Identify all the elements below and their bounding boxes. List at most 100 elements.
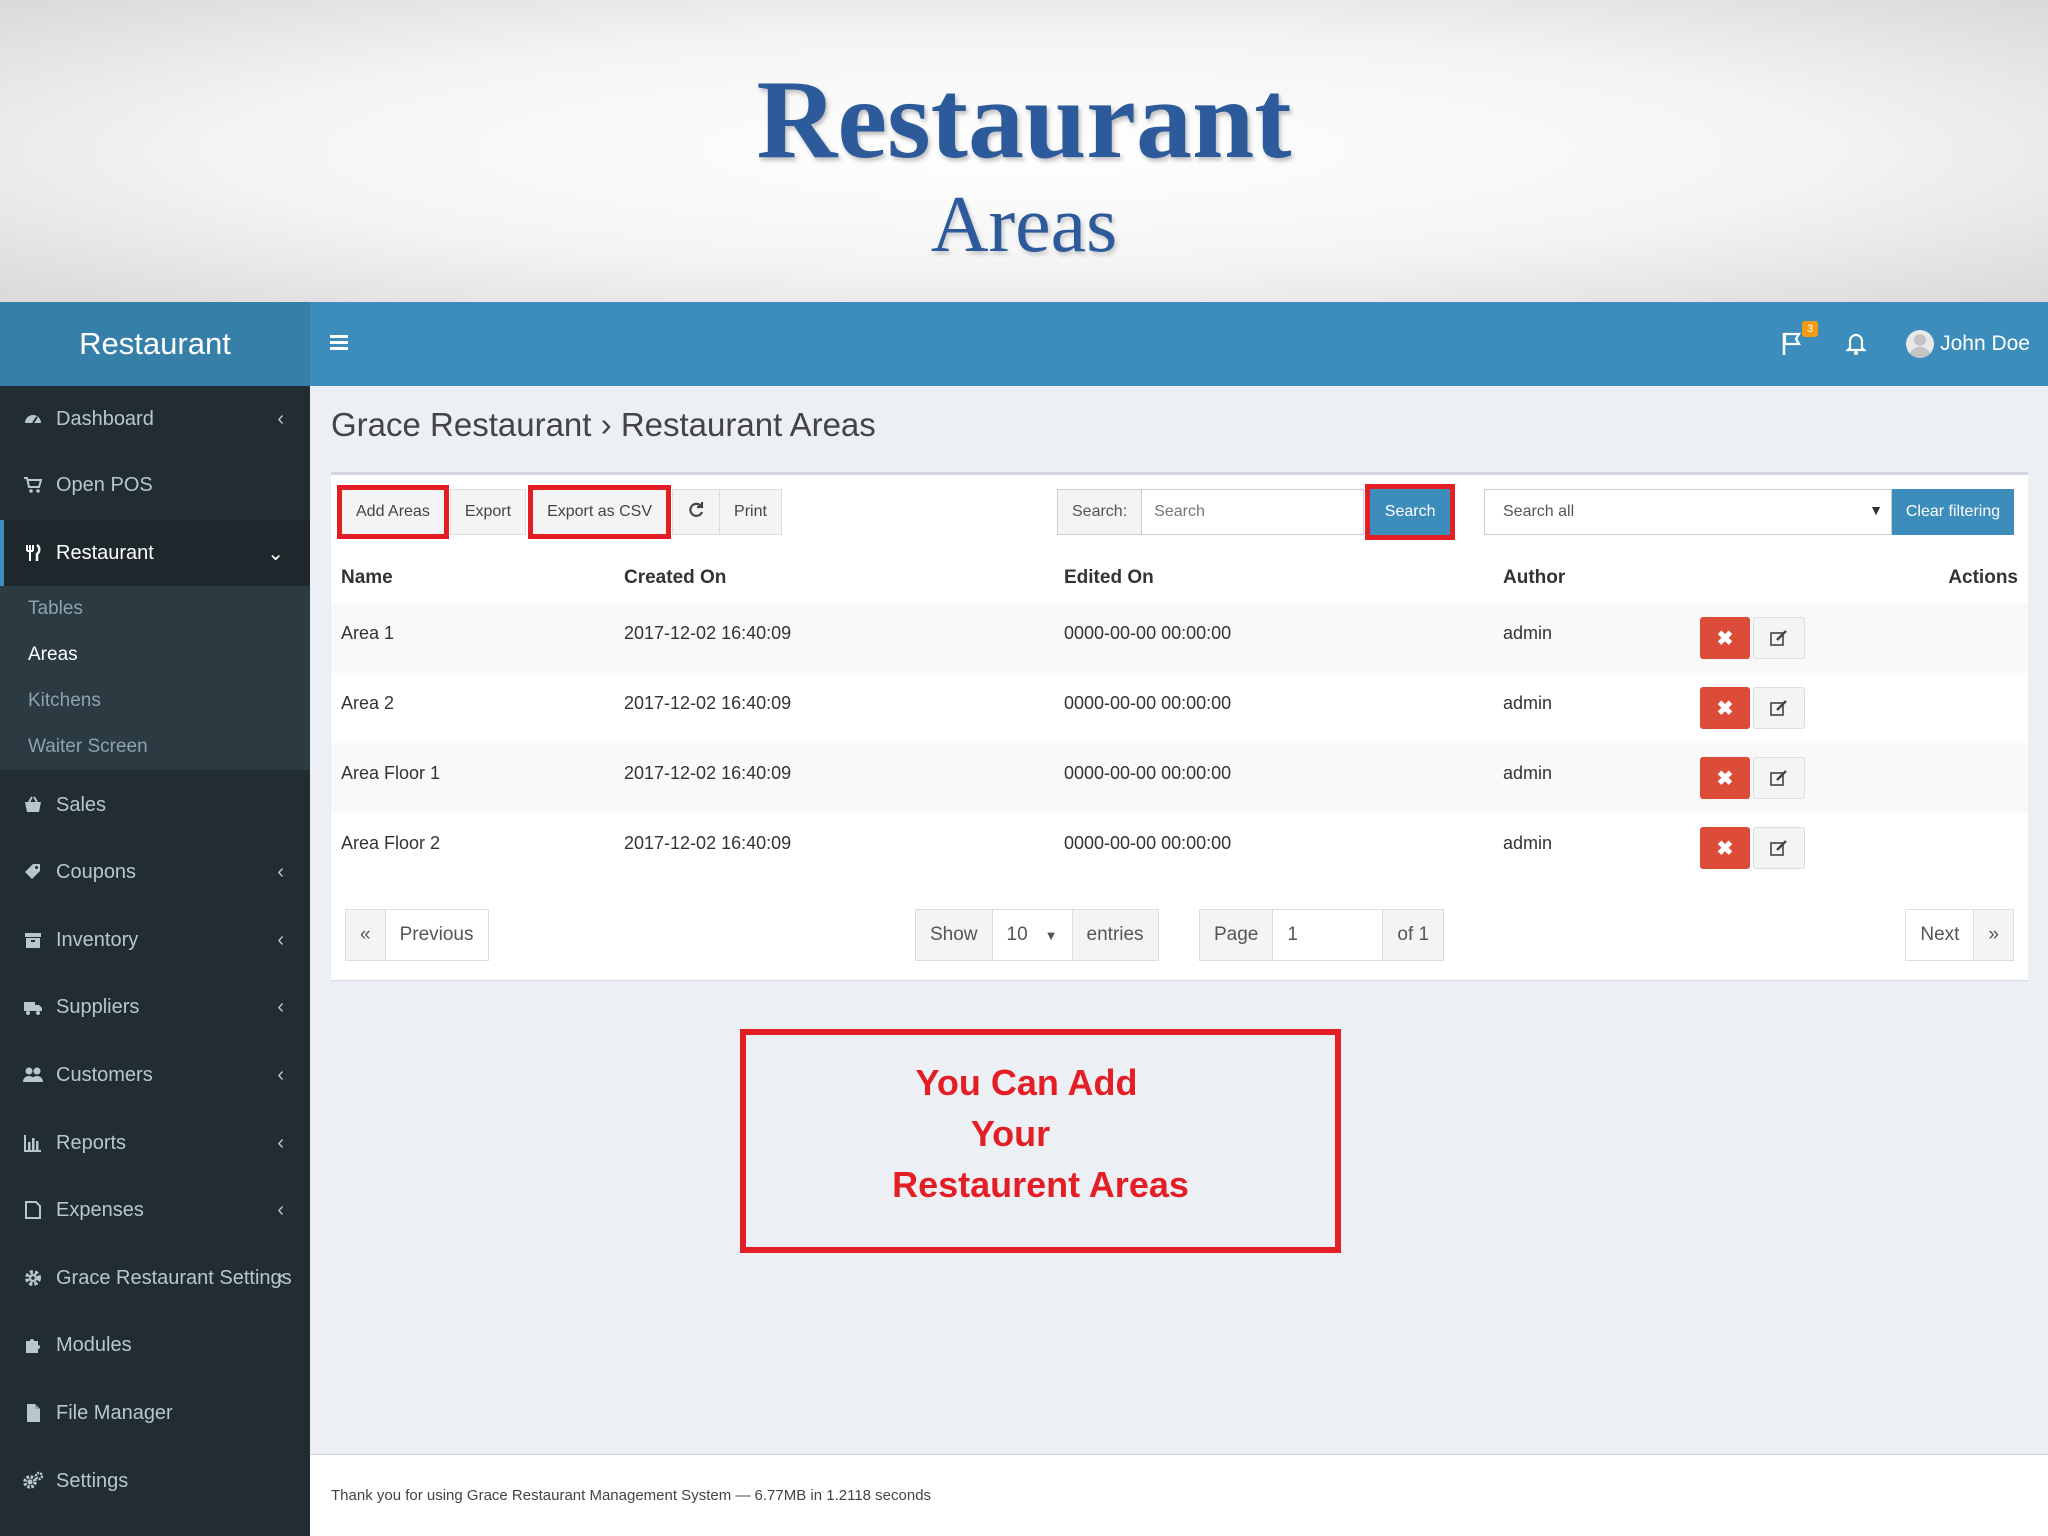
sidebar-item-restaurant[interactable]: Restaurant ⌄ [0, 520, 310, 586]
slide-header: Restaurant Areas [0, 0, 2048, 302]
sidebar-item-label: File Manager [56, 1401, 173, 1424]
page-jump-group: Page 1 of 1 [1199, 909, 1445, 961]
sidebar-subitem-tables[interactable]: Tables [0, 586, 310, 632]
sidebar-item-label: Dashboard [56, 407, 154, 430]
cell-edited: 0000-00-00 00:00:00 [1064, 763, 1232, 783]
chevron-left-icon: ‹ [277, 995, 284, 1018]
refresh-button[interactable] [672, 489, 721, 535]
last-page-button[interactable]: » [1974, 910, 2013, 960]
sidebar-item-label: Inventory [56, 928, 139, 951]
chevron-left-icon: ‹ [277, 1266, 284, 1289]
delete-button[interactable]: ✖ [1700, 757, 1750, 799]
chevron-left-icon: ‹ [277, 1063, 284, 1086]
user-menu[interactable]: John Doe [1906, 330, 2030, 358]
search-label: Search: [1057, 489, 1143, 535]
sidebar-item-open-pos[interactable]: Open POS [0, 452, 310, 518]
close-icon: ✖ [1716, 627, 1734, 650]
edit-button[interactable] [1753, 827, 1805, 869]
sidebar-item-modules[interactable]: Modules [0, 1312, 310, 1378]
sidebar-item-expenses[interactable]: Expenses ‹ [0, 1177, 310, 1243]
top-navbar: 3 John Doe [310, 302, 2048, 386]
callout-line: Restaurent Areas [892, 1164, 1189, 1205]
first-page-button[interactable]: « [346, 910, 386, 960]
sidebar-item-dashboard[interactable]: Dashboard ‹ [0, 386, 310, 452]
delete-button[interactable]: ✖ [1700, 827, 1750, 869]
sidebar-item-label: Reports [56, 1131, 127, 1154]
filter-select-value: Search all [1503, 503, 1575, 520]
bar-chart-icon [22, 1132, 44, 1154]
table-row: Area 2 2017-12-02 16:40:09 0000-00-00 00… [331, 673, 2028, 743]
next-page-button[interactable]: Next [1906, 910, 1975, 960]
notification-badge: 3 [1802, 321, 1819, 337]
sidebar-toggle-icon[interactable] [328, 324, 368, 364]
column-header-created[interactable]: Created On [624, 567, 726, 589]
clear-filtering-button[interactable]: Clear filtering [1892, 489, 2014, 535]
chevron-left-icon: ‹ [277, 860, 284, 883]
table-header: Name Created On Edited On Author Actions [331, 551, 2028, 603]
cell-edited: 0000-00-00 00:00:00 [1064, 623, 1232, 643]
search-group: Search: Search [1057, 484, 1456, 540]
sidebar-subitem-waiter-screen[interactable]: Waiter Screen [0, 724, 310, 770]
areas-panel: Add Areas Export Export as CSV Print Sea… [331, 472, 2028, 980]
cell-author: admin [1503, 623, 1553, 643]
previous-page-group: « Previous [345, 909, 489, 961]
column-header-name[interactable]: Name [341, 567, 393, 589]
note-icon [22, 1199, 44, 1221]
app-window: Restaurant 3 John Doe Dashboard ‹ Open P… [0, 302, 2048, 1536]
delete-button[interactable]: ✖ [1700, 617, 1750, 659]
edit-icon [1770, 630, 1787, 646]
sidebar-item-label: Open POS [56, 473, 153, 496]
file-icon [22, 1402, 44, 1424]
truck-icon [22, 996, 44, 1018]
export-button[interactable]: Export [449, 489, 527, 535]
search-button[interactable]: Search [1365, 484, 1456, 540]
archive-icon [22, 929, 44, 951]
edit-button[interactable] [1753, 757, 1805, 799]
sidebar-item-settings[interactable]: Settings [0, 1448, 310, 1514]
sidebar-item-label: Suppliers [56, 995, 140, 1018]
sidebar-subitem-kitchens[interactable]: Kitchens [0, 678, 310, 724]
page-size-group: Show 10 ▼ entries [915, 909, 1159, 961]
page-input[interactable]: 1 [1273, 910, 1384, 960]
cell-author: admin [1503, 833, 1553, 853]
edit-button[interactable] [1753, 687, 1805, 729]
page-size-select[interactable]: 10 ▼ [993, 910, 1073, 960]
close-icon: ✖ [1716, 767, 1734, 790]
callout-line: Your [970, 1113, 1051, 1154]
column-header-author[interactable]: Author [1503, 567, 1565, 589]
sidebar-item-suppliers[interactable]: Suppliers ‹ [0, 974, 310, 1040]
bell-icon[interactable] [1842, 329, 1872, 359]
sidebar-item-file-manager[interactable]: File Manager [0, 1380, 310, 1446]
flag-icon[interactable]: 3 [1778, 321, 1819, 359]
previous-page-button[interactable]: Previous [386, 910, 488, 960]
sidebar-item-label: Settings [56, 1469, 129, 1492]
delete-button[interactable]: ✖ [1700, 687, 1750, 729]
cogs-icon [22, 1470, 44, 1492]
print-button[interactable]: Print [719, 489, 782, 535]
sidebar-item-sales[interactable]: Sales [0, 772, 310, 838]
sidebar: Dashboard ‹ Open POS Restaurant ⌄ Tables… [0, 386, 310, 1536]
refresh-icon [687, 501, 705, 524]
search-input[interactable] [1142, 489, 1365, 535]
footer: Thank you for using Grace Restaurant Man… [310, 1454, 2048, 1536]
sidebar-item-grace-settings[interactable]: Grace Restaurant Settings ‹ [0, 1245, 310, 1311]
sidebar-subitem-areas[interactable]: Areas [0, 632, 310, 678]
add-areas-button[interactable]: Add Areas [337, 485, 449, 539]
breadcrumb-parent[interactable]: Grace Restaurant [331, 406, 591, 443]
cell-author: admin [1503, 763, 1553, 783]
brand-logo[interactable]: Restaurant [0, 302, 310, 386]
page-label: Page [1200, 910, 1274, 960]
chevron-left-icon: ‹ [277, 407, 284, 430]
sidebar-item-inventory[interactable]: Inventory ‹ [0, 907, 310, 973]
filter-select[interactable]: Search all ▼ [1484, 489, 1892, 535]
user-name: John Doe [1940, 332, 2030, 355]
column-header-edited[interactable]: Edited On [1064, 567, 1154, 589]
show-label: Show [916, 910, 993, 960]
sidebar-item-customers[interactable]: Customers ‹ [0, 1042, 310, 1108]
breadcrumb: Grace Restaurant › Restaurant Areas [331, 406, 876, 444]
sidebar-item-coupons[interactable]: Coupons ‹ [0, 839, 310, 905]
edit-button[interactable] [1753, 617, 1805, 659]
sidebar-item-reports[interactable]: Reports ‹ [0, 1110, 310, 1176]
export-csv-button[interactable]: Export as CSV [528, 485, 672, 539]
sidebar-item-label: Grace Restaurant Settings [56, 1266, 292, 1289]
